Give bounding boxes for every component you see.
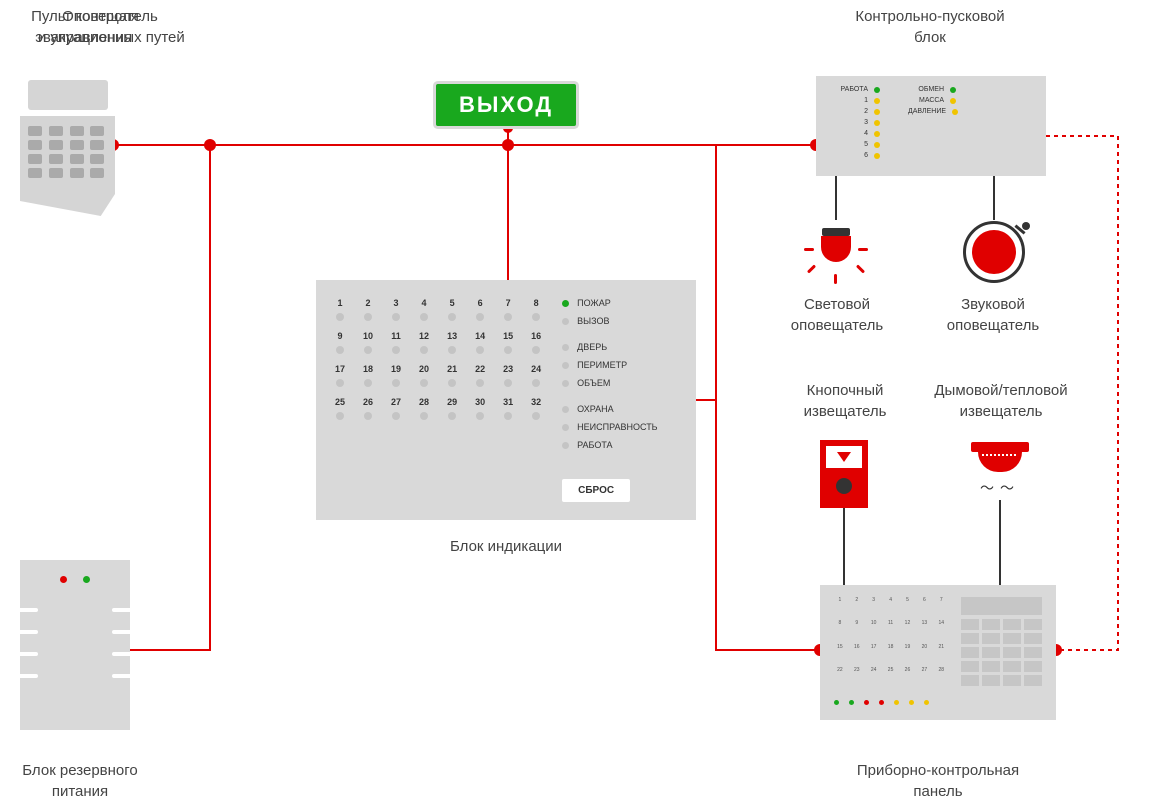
- zone-13: 13: [444, 331, 460, 354]
- label-smoke-detector: Дымовой/тепловойизвещатель: [916, 380, 1086, 422]
- status-ПОЖАР: ПОЖАР: [562, 298, 680, 308]
- label-light-notifier: Световойоповещатель: [772, 294, 902, 336]
- label-indication: Блок индикации: [406, 536, 606, 557]
- zone-26: 26: [360, 397, 376, 420]
- status-НЕИСПРАВНОСТЬ: НЕИСПРАВНОСТЬ: [562, 422, 680, 432]
- zone-22: 22: [472, 364, 488, 387]
- label-control-panel: Приборно-контрольнаяпанель: [820, 760, 1056, 802]
- zone-3: 3: [388, 298, 404, 321]
- control-launch-block: РАБОТА123456 ОБМЕНМАССАДАВЛЕНИЕ: [816, 76, 1046, 176]
- zone-15: 15: [500, 331, 516, 354]
- control-panel-device: 1234567891011121314151617181920212223242…: [820, 585, 1056, 720]
- zone-9: 9: [332, 331, 348, 354]
- status-РАБОТА: РАБОТА: [562, 440, 680, 450]
- reset-button[interactable]: СБРОС: [562, 479, 630, 502]
- zone-30: 30: [472, 397, 488, 420]
- label-button-detector: Кнопочныйизвещатель: [780, 380, 910, 422]
- zone-32: 32: [528, 397, 544, 420]
- zone-16: 16: [528, 331, 544, 354]
- label-backup-power: Блок резервногопитания: [0, 760, 160, 802]
- zone-4: 4: [416, 298, 432, 321]
- status-ПЕРИМЕТР: ПЕРИМЕТР: [562, 360, 680, 370]
- status-ДВЕРЬ: ДВЕРЬ: [562, 342, 680, 352]
- zone-20: 20: [416, 364, 432, 387]
- zone-7: 7: [500, 298, 516, 321]
- zone-23: 23: [500, 364, 516, 387]
- zone-2: 2: [360, 298, 376, 321]
- keypad-device: [20, 80, 115, 220]
- zone-6: 6: [472, 298, 488, 321]
- button-detector-icon: [820, 440, 868, 508]
- zone-17: 17: [332, 364, 348, 387]
- indication-block: 1234567891011121314151617181920212223242…: [316, 280, 696, 520]
- zone-8: 8: [528, 298, 544, 321]
- zone-1: 1: [332, 298, 348, 321]
- zone-28: 28: [416, 397, 432, 420]
- status-ОБЪЕМ: ОБЪЕМ: [562, 378, 680, 388]
- backup-power-block: [20, 560, 130, 730]
- status-ОХРАНА: ОХРАНА: [562, 404, 680, 414]
- zone-24: 24: [528, 364, 544, 387]
- status-ВЫЗОВ: ВЫЗОВ: [562, 316, 680, 326]
- zone-21: 21: [444, 364, 460, 387]
- zone-5: 5: [444, 298, 460, 321]
- zone-10: 10: [360, 331, 376, 354]
- light-notifier-icon: [804, 220, 868, 284]
- exit-sign: ВЫХОД: [436, 84, 576, 126]
- zone-11: 11: [388, 331, 404, 354]
- smoke-detector-icon: 〜〜: [970, 442, 1030, 502]
- zone-27: 27: [388, 397, 404, 420]
- label-sound-notifier: Звуковойоповещатель: [928, 294, 1058, 336]
- zone-12: 12: [416, 331, 432, 354]
- label-ctrl-launch: Контрольно-пусковойблок: [810, 6, 1050, 48]
- zone-31: 31: [500, 397, 516, 420]
- zone-29: 29: [444, 397, 460, 420]
- zone-19: 19: [388, 364, 404, 387]
- label-exit-notifier: Оповещательэвакуационных путей: [0, 6, 220, 48]
- sound-notifier-icon: [960, 218, 1028, 286]
- zone-25: 25: [332, 397, 348, 420]
- zone-14: 14: [472, 331, 488, 354]
- zone-18: 18: [360, 364, 376, 387]
